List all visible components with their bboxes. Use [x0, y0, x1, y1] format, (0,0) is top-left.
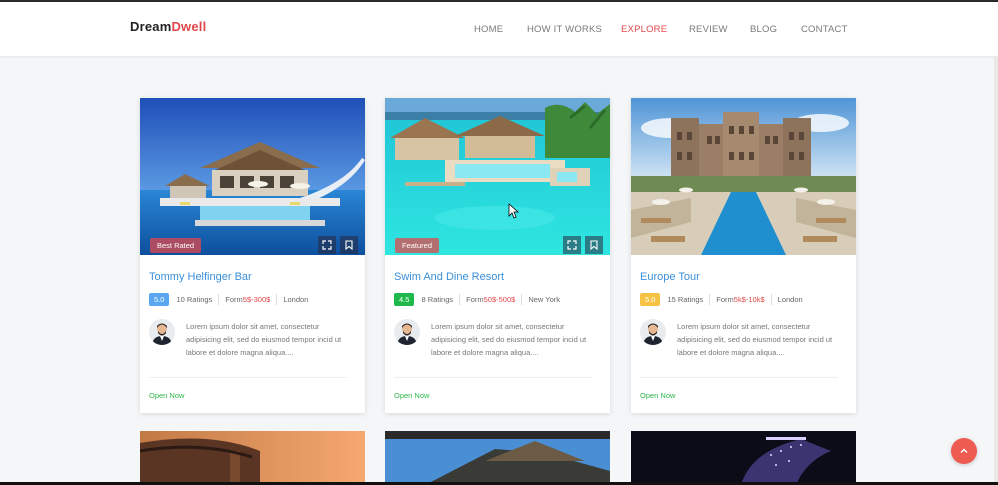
best-rated-badge: Best Rated [150, 238, 202, 253]
nav-explore[interactable]: EXPLORE [621, 24, 667, 35]
open-now-status[interactable]: Open Now [394, 391, 429, 400]
open-now-status[interactable]: Open Now [149, 391, 184, 400]
meta-separator [459, 293, 461, 305]
chevron-up-icon [960, 448, 968, 454]
listing-meta: 4.5 8 Ratings Form 50$-500$ New York [394, 292, 560, 306]
ratings-count: 10 Ratings [176, 294, 213, 304]
listing-description: Lorem ipsum dolor sit amet, consectetur … [431, 322, 587, 357]
host-avatar [149, 319, 175, 345]
nav-review[interactable]: REVIEW [689, 24, 728, 35]
price-range: 5k$-10k$ [733, 294, 765, 304]
brand-name-part1: Dream [130, 19, 172, 34]
rating-score-badge: 5.0 [149, 292, 170, 306]
card-divider [149, 377, 347, 378]
expand-button[interactable] [318, 236, 336, 254]
rating-score-badge: 4.5 [394, 292, 415, 306]
nav-home[interactable]: HOME [474, 24, 503, 35]
meta-separator [521, 293, 523, 305]
site-header: DreamDwell HOME HOW IT WORKS EXPLORE REV… [0, 2, 998, 56]
nav-blog[interactable]: BLOG [750, 24, 777, 35]
ratings-count: 8 Ratings [421, 294, 454, 304]
price-range: 5$-300$ [242, 294, 271, 304]
expand-button[interactable] [563, 236, 581, 254]
card-divider [394, 377, 592, 378]
listing-card: Europe Tour 5.0 15 Ratings Form 5k$-10k$… [631, 98, 856, 413]
listing-title[interactable]: Europe Tour [640, 271, 700, 283]
bookmark-icon [590, 240, 598, 250]
meta-separator [709, 293, 711, 305]
listing-photo-palace-hotel[interactable] [631, 98, 856, 255]
bookmark-button[interactable] [340, 236, 358, 254]
listing-description: Lorem ipsum dolor sit amet, consectetur … [677, 322, 833, 357]
open-now-status[interactable]: Open Now [640, 391, 675, 400]
rating-score-badge: 5.0 [640, 292, 661, 306]
price-prefix: Form [225, 294, 243, 304]
listing-description: Lorem ipsum dolor sit amet, consectetur … [186, 322, 342, 357]
location-label: London [283, 294, 309, 304]
price-prefix: Form [716, 294, 734, 304]
meta-separator [218, 293, 220, 305]
price-prefix: Form [466, 294, 484, 304]
nav-how-it-works[interactable]: HOW IT WORKS [527, 24, 602, 35]
listing-card-preview[interactable] [631, 431, 856, 485]
bookmark-button[interactable] [585, 236, 603, 254]
price-range: 50$-500$ [483, 294, 516, 304]
listing-photo-water-villa[interactable] [140, 98, 365, 255]
listing-card: Featured Swim And Dine Resort 4.5 8 Rati… [385, 98, 610, 413]
card-divider [640, 377, 838, 378]
location-label: London [777, 294, 803, 304]
meta-separator [770, 293, 772, 305]
featured-badge: Featured [395, 238, 440, 253]
listing-title[interactable]: Tommy Helfinger Bar [149, 271, 252, 283]
host-avatar [394, 319, 420, 345]
listing-card: Best Rated Tommy Helfinger Bar 5.0 10 Ra… [140, 98, 365, 413]
page-scrollbar[interactable] [994, 56, 998, 485]
expand-icon [567, 240, 577, 250]
listing-meta: 5.0 10 Ratings Form 5$-300$ London [149, 292, 308, 306]
listing-title[interactable]: Swim And Dine Resort [394, 271, 504, 283]
listing-photo-resort-pool[interactable] [385, 98, 610, 255]
bookmark-icon [345, 240, 353, 250]
host-avatar [640, 319, 666, 345]
expand-icon [322, 240, 332, 250]
location-label: New York [528, 294, 561, 304]
listing-card-preview[interactable] [140, 431, 365, 485]
brand-logo[interactable]: DreamDwell [130, 19, 206, 34]
meta-separator [276, 293, 278, 305]
listing-meta: 5.0 15 Ratings Form 5k$-10k$ London [640, 292, 803, 306]
scroll-to-top-button[interactable] [951, 438, 977, 464]
nav-contact[interactable]: CONTACT [801, 24, 848, 35]
listing-card-preview[interactable] [385, 431, 610, 485]
ratings-count: 15 Ratings [667, 294, 704, 304]
brand-name-part2: Dwell [171, 19, 207, 34]
